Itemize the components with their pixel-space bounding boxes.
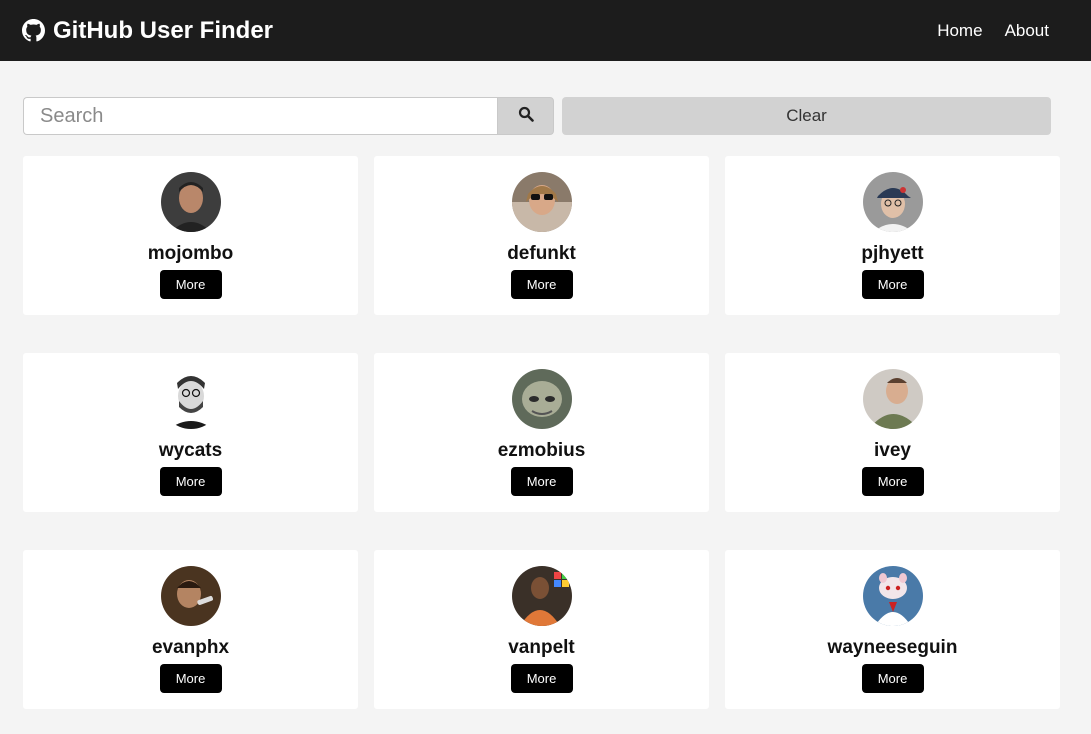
user-login: evanphx xyxy=(151,637,230,658)
user-grid: mojombo More defunkt More pjhyett More w… xyxy=(23,156,1060,709)
user-card: defunkt More xyxy=(374,156,709,315)
avatar xyxy=(862,369,923,429)
more-button[interactable]: More xyxy=(861,664,924,693)
nav-links: Home About xyxy=(937,21,1049,41)
user-login: vanpelt xyxy=(508,637,575,658)
more-button[interactable]: More xyxy=(861,467,924,496)
clear-button[interactable]: Clear xyxy=(562,97,1051,135)
user-login: wayneeseguin xyxy=(827,637,958,658)
user-card: pjhyett More xyxy=(725,156,1060,315)
user-card: ivey More xyxy=(725,353,1060,512)
user-login: ivey xyxy=(874,440,911,461)
more-button[interactable]: More xyxy=(861,270,924,299)
nav-home-link[interactable]: Home xyxy=(937,21,982,41)
more-button[interactable]: More xyxy=(159,664,222,693)
more-button[interactable]: More xyxy=(159,467,222,496)
more-button[interactable]: More xyxy=(510,664,573,693)
user-card: vanpelt More xyxy=(374,550,709,709)
user-card: evanphx More xyxy=(23,550,358,709)
user-card: wycats More xyxy=(23,353,358,512)
user-card: ezmobius More xyxy=(374,353,709,512)
more-button[interactable]: More xyxy=(159,270,222,299)
avatar xyxy=(160,566,221,626)
search-form: Clear xyxy=(23,97,1051,135)
search-icon xyxy=(518,106,534,127)
avatar xyxy=(862,172,923,232)
avatar xyxy=(160,369,221,429)
user-login: ezmobius xyxy=(497,440,586,461)
more-button[interactable]: More xyxy=(510,467,573,496)
avatar xyxy=(511,369,572,429)
app-title: GitHub User Finder xyxy=(53,16,274,44)
brand[interactable]: GitHub User Finder xyxy=(22,17,273,45)
navbar: GitHub User Finder Home About xyxy=(0,0,1091,61)
github-icon xyxy=(22,19,45,42)
search-button[interactable] xyxy=(497,97,554,135)
user-card: mojombo More xyxy=(23,156,358,315)
user-login: defunkt xyxy=(507,243,576,264)
user-login: wycats xyxy=(158,440,223,461)
avatar xyxy=(511,566,572,626)
user-card: wayneeseguin More xyxy=(725,550,1060,709)
user-login: mojombo xyxy=(147,243,234,264)
nav-about-link[interactable]: About xyxy=(1005,21,1049,41)
user-login: pjhyett xyxy=(861,243,924,264)
avatar xyxy=(862,566,923,626)
search-input[interactable] xyxy=(23,97,497,135)
avatar xyxy=(160,172,221,232)
more-button[interactable]: More xyxy=(510,270,573,299)
avatar xyxy=(511,172,572,232)
